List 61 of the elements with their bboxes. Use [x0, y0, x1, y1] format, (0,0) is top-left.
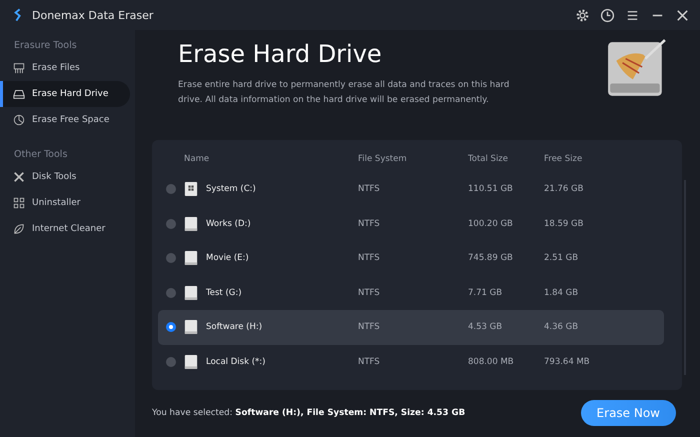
drive-name: Local Disk (*:) — [206, 356, 266, 367]
table-cell-text: 18.59 GB — [544, 218, 584, 229]
drive-row[interactable]: Software (H:) NTFS 4.53 GB 4.36 GB — [158, 310, 664, 344]
drive-row[interactable]: Local Disk (*:) NTFS 808.00 MB 793.64 MB — [158, 344, 664, 379]
grid-icon — [13, 197, 25, 209]
column-header: File System — [358, 154, 408, 164]
table-cell-text: 808.00 MB — [468, 356, 515, 367]
table-cell-text: 4.36 GB — [544, 322, 580, 332]
drive-name: Test (G:) — [206, 288, 242, 298]
leaf-icon — [13, 223, 25, 235]
table-cell-text: NTFS — [358, 184, 381, 194]
drive-row[interactable]: Movie (E:) NTFS 745.89 GB 2.51 GB — [158, 241, 664, 276]
column-header: Name — [184, 154, 210, 164]
drive-name: Movie (E:) — [206, 253, 249, 264]
drive-row[interactable]: System (C:) NTFS 110.51 GB 21.76 GB — [158, 172, 664, 206]
clock-icon[interactable] — [600, 8, 615, 22]
drive-name: Works (D:) — [206, 218, 251, 229]
table-cell-text: 110.51 GB — [468, 184, 514, 194]
sidebar-item[interactable]: Erase Hard Drive — [0, 81, 130, 107]
selection-summary: You have selected: Software (H:), File System: NTFS, Size: 4.53 GB — [152, 408, 466, 418]
table-cell-text: 4.53 GB — [468, 322, 504, 332]
sidebar-item[interactable]: Erase Free Space — [0, 107, 130, 133]
window-title: Donemax Data Eraser — [32, 8, 154, 22]
page-description: Erase entire hard drive to permanently erase all data and traces on this hard drive. All data information on the hard drive will be erased permanently. — [178, 79, 510, 107]
table-cell-text: 793.64 MB — [544, 356, 591, 367]
radio-button[interactable] — [166, 184, 176, 194]
radio-button[interactable] — [166, 356, 176, 367]
close-icon[interactable] — [675, 8, 690, 22]
radio-button[interactable] — [166, 218, 176, 229]
sidebar-item[interactable]: Internet Cleaner — [0, 216, 130, 242]
sidebar-item[interactable]: Erase Files — [0, 55, 130, 81]
table-cell-text: 745.89 GB — [468, 253, 514, 264]
table-cell-text: NTFS — [358, 356, 381, 367]
shredder-icon — [13, 62, 25, 74]
drive-name: Software (H:) — [206, 322, 262, 332]
radio-button[interactable] — [166, 253, 176, 264]
table-cell-text: NTFS — [358, 288, 381, 298]
section-heading: Erasure Tools — [13, 39, 78, 53]
table-cell-text: 7.71 GB — [468, 288, 504, 298]
column-header: Total Size — [468, 154, 510, 164]
drive-row[interactable]: Works (D:) NTFS 100.20 GB 18.59 GB — [158, 206, 664, 241]
page-title: Erase Hard Drive — [178, 40, 383, 68]
table-cell-text: 1.84 GB — [544, 288, 580, 298]
radio-button[interactable] — [166, 288, 176, 298]
section-heading: Other Tools — [13, 148, 68, 162]
sidebar-item[interactable]: Uninstaller — [0, 190, 130, 216]
table-cell-text: NTFS — [358, 218, 381, 229]
pie-icon — [13, 114, 25, 126]
drive-row[interactable]: Test (G:) NTFS 7.71 GB 1.84 GB — [158, 276, 664, 310]
column-header: Free Size — [544, 154, 584, 164]
logo-icon — [14, 8, 22, 22]
settings-icon[interactable] — [575, 8, 590, 22]
table-cell-text: 100.20 GB — [468, 218, 514, 229]
radio-button[interactable] — [166, 322, 176, 332]
table-cell-text: 21.76 GB — [544, 184, 584, 194]
table-cell-text: NTFS — [358, 253, 381, 264]
drive-name: System (C:) — [206, 184, 256, 194]
table-cell-text: NTFS — [358, 322, 381, 332]
drive-icon — [13, 88, 25, 100]
sidebar-item[interactable]: Disk Tools — [0, 164, 130, 190]
table-cell-text: 2.51 GB — [544, 253, 580, 264]
